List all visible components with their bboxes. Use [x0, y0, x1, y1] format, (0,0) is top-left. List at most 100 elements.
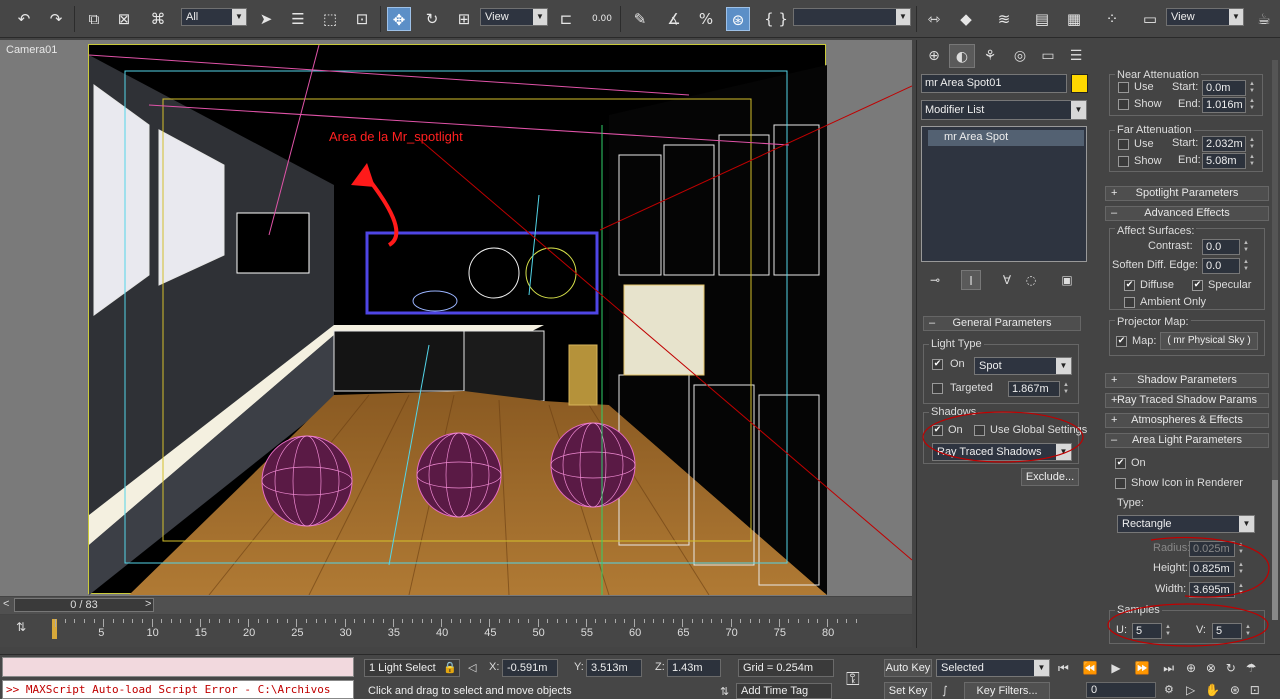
- near-show-checkbox[interactable]: [1118, 99, 1129, 110]
- viewport-area[interactable]: Camera01 Area de la Mr_spotlight: [0, 40, 912, 596]
- diffuse-checkbox[interactable]: ✔: [1124, 280, 1135, 291]
- light-type-dropdown[interactable]: Spot ▼: [974, 357, 1072, 375]
- set-key-icon[interactable]: ∫: [942, 684, 948, 697]
- pan-icon[interactable]: ✋: [1205, 683, 1220, 697]
- hierarchy-tab-icon[interactable]: ⚘: [977, 44, 1003, 68]
- raytraced-params-rollout[interactable]: + Ray Traced Shadow Params: [1105, 393, 1269, 408]
- angle-snap-icon[interactable]: ∡: [662, 7, 686, 31]
- utilities-tab-icon[interactable]: ☰: [1063, 44, 1089, 68]
- current-frame-field[interactable]: 0: [1086, 682, 1156, 698]
- edit-named-selection-icon[interactable]: { }: [764, 7, 788, 31]
- light-on-checkbox[interactable]: ✔: [932, 359, 943, 370]
- time-slider-thumb[interactable]: 0 / 83: [14, 598, 154, 612]
- modifier-stack[interactable]: mr Area Spot: [921, 126, 1087, 262]
- configure-sets-icon[interactable]: ▣: [1057, 270, 1077, 290]
- far-show-checkbox[interactable]: [1118, 156, 1129, 167]
- mini-curve-editor-icon[interactable]: ⇅: [12, 620, 30, 636]
- select-rotate-icon[interactable]: ↻: [420, 7, 444, 31]
- exclude-button[interactable]: Exclude...: [1021, 468, 1079, 486]
- align-icon[interactable]: ◆: [954, 7, 978, 31]
- advanced-effects-rollout[interactable]: – Advanced Effects: [1105, 206, 1269, 221]
- display-tab-icon[interactable]: ▭: [1035, 44, 1061, 68]
- x-coordinate-field[interactable]: -0.591m: [502, 659, 558, 677]
- shadow-params-rollout[interactable]: + Shadow Parameters: [1105, 373, 1269, 388]
- near-start-spinner[interactable]: 0.0m ▲ ▼: [1202, 80, 1255, 96]
- pivot-center-icon[interactable]: ⊏: [554, 7, 578, 31]
- maxscript-error-output[interactable]: >> MAXScript Auto-load Script Error - C:…: [2, 680, 354, 699]
- far-use-checkbox[interactable]: [1118, 139, 1129, 150]
- modifier-list-dropdown[interactable]: Modifier List ▼: [921, 100, 1087, 120]
- select-by-name-icon[interactable]: ☰: [286, 7, 310, 31]
- absolute-mode-icon[interactable]: ◁: [468, 661, 476, 674]
- key-filters-button[interactable]: Key Filters...: [964, 682, 1050, 699]
- specular-checkbox[interactable]: ✔: [1192, 280, 1203, 291]
- modify-tab-icon[interactable]: ◐: [949, 44, 975, 68]
- projector-map-button[interactable]: ( mr Physical Sky ): [1160, 332, 1258, 350]
- field-of-view-icon[interactable]: ▷: [1186, 683, 1195, 697]
- zoom-icon[interactable]: ⊕: [1186, 661, 1196, 675]
- key-mode-dropdown[interactable]: Selected ▼: [936, 659, 1050, 677]
- undo-icon[interactable]: ↶: [12, 7, 36, 31]
- play-icon[interactable]: ▶: [1111, 661, 1120, 675]
- snap-toggle-icon[interactable]: ✎: [628, 7, 652, 31]
- scrollbar-thumb[interactable]: [1272, 480, 1278, 620]
- material-editor-icon[interactable]: ⁘: [1100, 7, 1124, 31]
- select-move-icon[interactable]: ✥: [387, 7, 411, 31]
- named-selection-dropdown[interactable]: ▼: [793, 8, 911, 26]
- motion-tab-icon[interactable]: ◎: [1007, 44, 1033, 68]
- maxscript-listener-input[interactable]: [2, 657, 354, 677]
- set-key-button[interactable]: Set Key: [884, 682, 932, 699]
- y-coordinate-field[interactable]: 3.513m: [586, 659, 642, 677]
- object-name-field[interactable]: mr Area Spot01: [921, 74, 1067, 93]
- schematic-view-icon[interactable]: ▦: [1062, 7, 1086, 31]
- add-time-tag-button[interactable]: Add Time Tag: [736, 683, 832, 699]
- ambient-only-checkbox[interactable]: [1124, 297, 1135, 308]
- previous-frame-icon[interactable]: ⏪: [1083, 661, 1098, 675]
- unlink-icon[interactable]: ⊠: [112, 7, 136, 31]
- window-crossing-icon[interactable]: ⊡: [350, 7, 374, 31]
- key-icon[interactable]: ⚿: [846, 669, 860, 690]
- go-to-start-icon[interactable]: ⏮: [1058, 661, 1069, 675]
- next-frame-icon[interactable]: ⏩: [1134, 661, 1149, 675]
- track-bar[interactable]: ⇅ 5 10 15 20 25 30 35 40 45 50 55 60 65 70 75 80: [0, 615, 912, 647]
- render-setup-icon[interactable]: ▭: [1138, 7, 1162, 31]
- redo-icon[interactable]: ↷: [44, 7, 68, 31]
- spinner-snap-toggle-icon[interactable]: ⊛: [726, 7, 750, 31]
- orbit-camera-icon[interactable]: ⊛: [1230, 683, 1240, 697]
- create-tab-icon[interactable]: ⊕: [921, 44, 947, 68]
- maximize-viewport-icon[interactable]: ⊡: [1250, 683, 1260, 697]
- spotlight-params-rollout[interactable]: + Spotlight Parameters: [1105, 186, 1269, 201]
- stack-item[interactable]: mr Area Spot: [928, 130, 1084, 146]
- walk-through-icon[interactable]: ☂: [1246, 661, 1257, 675]
- select-scale-icon[interactable]: ⊞: [452, 7, 476, 31]
- object-color-swatch[interactable]: [1071, 74, 1088, 93]
- area-on-checkbox[interactable]: ✔: [1115, 458, 1126, 469]
- remove-modifier-icon[interactable]: ◌: [1021, 270, 1041, 290]
- lock-icon[interactable]: 🔒: [443, 661, 457, 674]
- select-object-icon[interactable]: ➤: [254, 7, 278, 31]
- make-unique-icon[interactable]: ∀: [997, 270, 1017, 290]
- reference-coordinate-dropdown[interactable]: View ▼: [480, 8, 548, 26]
- bind-spacewarp-icon[interactable]: ⌘: [146, 7, 170, 31]
- show-icon-checkbox[interactable]: [1115, 478, 1126, 489]
- contrast-spinner[interactable]: 0.0 ▲ ▼: [1202, 239, 1249, 255]
- show-end-result-icon[interactable]: I: [961, 270, 981, 290]
- z-coordinate-field[interactable]: 1.43m: [667, 659, 721, 677]
- time-slider[interactable]: < 0 / 83 >: [0, 597, 912, 614]
- pin-stack-icon[interactable]: ⊸: [925, 270, 945, 290]
- go-to-end-icon[interactable]: ⏭: [1163, 661, 1174, 675]
- soften-diff-edge-spinner[interactable]: 0.0 ▲ ▼: [1202, 258, 1249, 274]
- selection-filter-dropdown[interactable]: All ▼: [181, 8, 247, 26]
- targeted-distance-spinner[interactable]: 1.867m ▲ ▼: [1008, 381, 1069, 397]
- general-params-rollout[interactable]: – General Parameters: [923, 316, 1081, 331]
- command-panel-scrollbar[interactable]: [1272, 60, 1278, 620]
- near-end-spinner[interactable]: 1.016m ▲ ▼: [1202, 97, 1255, 113]
- auto-key-button[interactable]: Auto Key: [884, 659, 932, 677]
- percent-snap-icon[interactable]: %: [694, 7, 718, 31]
- spinner-snap-icon[interactable]: 0.00: [590, 7, 614, 31]
- render-view-dropdown[interactable]: View ▼: [1166, 8, 1244, 26]
- projector-map-checkbox[interactable]: ✔: [1116, 336, 1127, 347]
- rectangular-selection-icon[interactable]: ⬚: [318, 7, 342, 31]
- time-config-icon[interactable]: ⚙: [1164, 683, 1174, 696]
- curve-editor-icon[interactable]: ▤: [1030, 7, 1054, 31]
